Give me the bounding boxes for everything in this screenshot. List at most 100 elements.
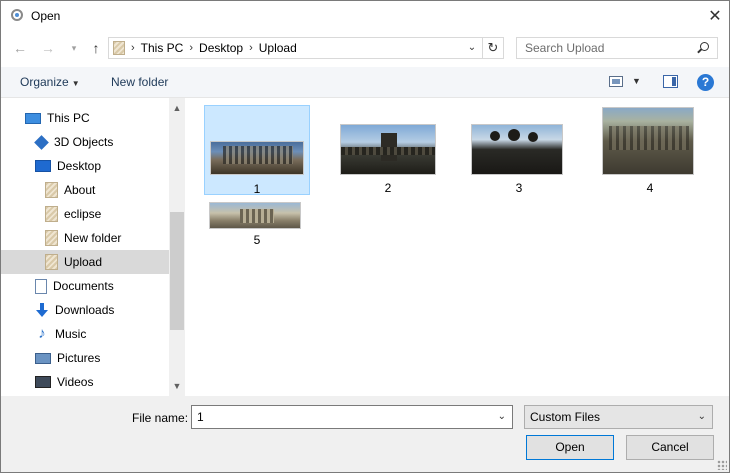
cancel-button[interactable]: Cancel — [626, 435, 714, 460]
sidebar-item-desktop[interactable]: Desktop — [1, 154, 169, 178]
sidebar-item-this-pc[interactable]: This PC — [1, 106, 169, 130]
address-dropdown-button[interactable]: ⌄ — [465, 41, 479, 55]
sidebar-item-3d-objects[interactable]: 3D Objects — [1, 130, 169, 154]
folder-icon — [45, 182, 58, 198]
file-item-2[interactable]: 2 — [335, 105, 441, 195]
file-name-label: File name: — [132, 411, 189, 425]
file-thumbnail — [340, 124, 436, 175]
sidebar-item-downloads[interactable]: Downloads — [1, 298, 169, 322]
navigation-bar: ← → ▾ ↑ › This PC › Desktop › Upload ⌄ ↻ — [1, 34, 729, 62]
close-icon: ✕ — [708, 8, 722, 25]
help-icon[interactable]: ? — [697, 74, 714, 91]
chevron-down-icon: ⌄ — [467, 42, 477, 53]
sidebar-item-label: This PC — [47, 111, 90, 125]
file-name-label: 5 — [253, 233, 261, 247]
view-options-caret-icon[interactable]: ▼ — [632, 76, 641, 86]
open-dialog: Open ✕ ← → ▾ ↑ › This PC › Desktop › Upl… — [0, 0, 730, 473]
sidebar-item-videos[interactable]: Videos — [1, 370, 169, 394]
sidebar-item-label: Upload — [64, 255, 103, 269]
file-thumbnail — [210, 141, 304, 175]
chevron-right-icon: › — [131, 42, 135, 54]
arrow-up-icon: ↑ — [92, 40, 100, 56]
file-item-5[interactable]: 5 — [204, 195, 310, 253]
sidebar-item-label: Pictures — [57, 351, 101, 365]
forward-button[interactable]: → — [39, 39, 57, 57]
file-item-1[interactable]: 1 — [204, 105, 310, 196]
scrollbar-thumb[interactable] — [170, 212, 184, 330]
breadcrumb-upload[interactable]: Upload — [259, 41, 297, 55]
new-folder-button[interactable]: New folder — [111, 75, 168, 89]
sidebar-item-label: Downloads — [55, 303, 115, 317]
chevron-right-icon: › — [189, 42, 194, 54]
sidebar-item-label: 3D Objects — [54, 135, 114, 149]
file-name-input[interactable]: 1 ⌄ — [191, 405, 513, 429]
sidebar-item-label: New folder — [64, 231, 122, 245]
sidebar-item-upload[interactable]: Upload — [1, 250, 169, 274]
file-type-value: Custom Files — [530, 410, 601, 424]
address-bar[interactable]: › This PC › Desktop › Upload ⌄ ↻ — [108, 37, 504, 59]
music-icon: ♪ — [38, 325, 46, 342]
folder-icon — [113, 41, 125, 55]
search-input[interactable]: Search Upload — [516, 37, 718, 59]
desktop-icon — [35, 160, 51, 172]
sidebar-item-label: eclipse — [64, 207, 102, 221]
file-name-label: 1 — [253, 182, 261, 196]
pictures-icon — [35, 352, 51, 364]
sidebar-item-eclipse[interactable]: eclipse — [1, 202, 169, 226]
sidebar-item-about[interactable]: About — [1, 178, 169, 202]
organize-menu[interactable]: Organize ▼ — [20, 75, 80, 89]
change-view-icon[interactable] — [609, 76, 623, 87]
file-thumbnail — [471, 124, 563, 175]
file-name-label: 2 — [384, 181, 392, 195]
command-toolbar: Organize ▼ New folder ▼ ? — [1, 67, 729, 98]
sidebar-item-label: Music — [55, 327, 87, 341]
file-thumbnail — [602, 107, 694, 175]
arrow-right-icon: → — [41, 40, 55, 56]
recent-locations-button[interactable]: ▾ — [65, 39, 83, 57]
scroll-up-arrow-icon[interactable]: ▲ — [169, 100, 185, 116]
navigation-pane-scrollbar[interactable]: ▲ ▼ — [169, 98, 185, 396]
refresh-icon: ↻ — [487, 40, 499, 55]
open-button[interactable]: Open — [526, 435, 614, 460]
close-button[interactable]: ✕ — [701, 1, 729, 31]
dialog-title: Open — [31, 9, 61, 23]
arrow-left-icon: ← — [13, 40, 27, 56]
file-item-3[interactable]: 3 — [466, 105, 572, 195]
breadcrumb-this-pc[interactable]: This PC — [141, 41, 184, 55]
folder-icon — [45, 230, 58, 246]
search-placeholder: Search Upload — [525, 41, 605, 55]
file-name-label: 3 — [515, 181, 523, 195]
sidebar-item-documents[interactable]: Documents — [1, 274, 169, 298]
sidebar-item-pictures[interactable]: Pictures — [1, 346, 169, 370]
file-list-view: 1 2 3 4 5 — [189, 98, 729, 396]
video-icon — [35, 376, 51, 388]
file-type-select[interactable]: Custom Files ⌄ — [524, 405, 713, 429]
dialog-footer: File name: 1 ⌄ Custom Files ⌄ Open Cance… — [1, 396, 729, 472]
sidebar-item-label: Desktop — [57, 159, 102, 173]
document-icon — [35, 278, 47, 294]
caret-down-icon: ▼ — [71, 79, 80, 88]
cube-icon — [34, 134, 49, 150]
search-icon — [700, 42, 709, 51]
preview-pane-icon[interactable] — [663, 75, 678, 88]
refresh-button[interactable]: ↻ — [482, 38, 503, 58]
scroll-down-arrow-icon[interactable]: ▼ — [169, 378, 185, 394]
up-button[interactable]: ↑ — [87, 39, 105, 57]
chevron-down-icon[interactable]: ⌄ — [498, 406, 506, 428]
chevron-right-icon: › — [249, 42, 253, 54]
organize-label: Organize — [20, 75, 69, 89]
back-button[interactable]: ← — [11, 39, 29, 57]
sidebar-item-music[interactable]: ♪ Music — [1, 322, 169, 346]
folder-icon — [45, 206, 58, 222]
breadcrumb-desktop[interactable]: Desktop — [199, 41, 243, 55]
sidebar-item-label: Documents — [53, 279, 114, 293]
title-bar: Open ✕ — [1, 1, 729, 31]
sidebar-item-new-folder[interactable]: New folder — [1, 226, 169, 250]
chrome-app-icon — [11, 9, 23, 21]
file-thumbnail — [209, 202, 301, 229]
folder-icon — [45, 254, 58, 270]
file-item-4[interactable]: 4 — [597, 105, 703, 195]
file-name-value: 1 — [197, 410, 204, 424]
resize-grip-icon[interactable] — [717, 460, 727, 470]
file-name-label: 4 — [646, 181, 654, 195]
